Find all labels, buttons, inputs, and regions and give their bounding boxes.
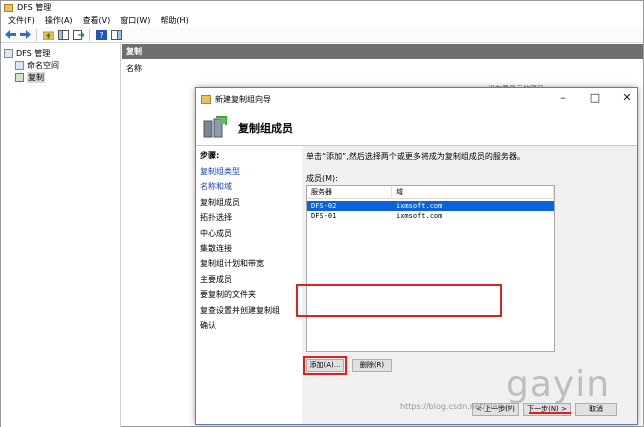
window-controls: – □ ✕ (557, 92, 633, 104)
maximize-icon[interactable]: □ (589, 92, 601, 104)
tree-item-label: 复制 (27, 71, 45, 83)
tree-item-label: 命名空间 (27, 60, 59, 70)
window-titlebar: DFS 管理 (1, 1, 643, 14)
menu-window[interactable]: 窗口(W) (115, 15, 155, 26)
members-listview[interactable]: 服务器 域 DFS-02 ixmsoft.com DFS-01 ixmsoft.… (306, 185, 555, 352)
toolbar: ? (1, 27, 643, 43)
column-header-name[interactable]: 名称 (122, 63, 602, 75)
column-header-server[interactable]: 服务器 (307, 186, 392, 198)
menu-help[interactable]: 帮助(H) (155, 15, 193, 26)
wizard-icon (201, 95, 211, 104)
step-folders-to-replicate: 要复制的文件夹 (200, 290, 256, 300)
wizard-steps: 步骤: 复制组类型 名称和域 复制组成员 拓扑选择 中心成员 集散连接 复制组计… (196, 146, 302, 424)
wizard-banner: 复制组成员 (196, 111, 637, 146)
menu-view[interactable]: 查看(V) (78, 15, 116, 26)
tree-item-dfs-management[interactable]: DFS 管理 (1, 47, 120, 59)
tree-item-replication[interactable]: 复制 (1, 71, 120, 83)
step-topology-selection: 拓扑选择 (200, 213, 232, 223)
console-tree: DFS 管理 命名空间 复制 (1, 44, 121, 427)
listview-header: 服务器 域 (307, 186, 554, 199)
pane-header: 复制 (122, 44, 643, 59)
steps-label: 步骤: (200, 151, 220, 160)
members-label: 成员(M): (306, 174, 338, 183)
member-domain: ixmsoft.com (396, 202, 443, 210)
step-primary-member: 主要成员 (200, 274, 232, 284)
add-button[interactable]: 添加(A)... (306, 359, 344, 372)
menu-file[interactable]: 文件(F) (3, 15, 40, 26)
back-arrow-icon[interactable] (4, 29, 16, 41)
banner-title: 复制组成员 (238, 122, 293, 135)
delete-button[interactable]: 删除(R) (352, 359, 392, 372)
forward-arrow-icon[interactable] (19, 29, 31, 41)
watermark-url: https://blog.csdn.net/xianyu (400, 402, 513, 411)
dfs-folder-icon (4, 48, 13, 58)
minimize-icon[interactable]: – (557, 92, 569, 104)
step-confirmation: 确认 (200, 320, 216, 330)
window-title: DFS 管理 (17, 3, 52, 12)
dialog-title: 新建复制组向导 (215, 95, 271, 104)
export-icon[interactable] (72, 29, 84, 41)
toolbar-separator (36, 28, 37, 41)
toolbar-separator (89, 28, 90, 41)
step-hub-members: 中心成员 (200, 228, 232, 238)
step-name-and-domain[interactable]: 名称和域 (200, 179, 302, 194)
member-server: DFS-01 (311, 212, 337, 220)
step-hub-spoke-connections: 集散连接 (200, 243, 232, 253)
step-replication-group-members: 复制组成员 (200, 197, 240, 207)
tree-root-label: DFS 管理 (16, 48, 51, 58)
column-header-domain[interactable]: 域 (392, 186, 554, 198)
member-domain: ixmsoft.com (396, 212, 443, 220)
instruction-text: 单击“添加”,然后选择两个或更多将成为复制组成员的服务器。 (306, 152, 525, 161)
menu-action[interactable]: 操作(A) (40, 15, 78, 26)
member-server: DFS-02 (311, 202, 337, 210)
step-replication-group-type[interactable]: 复制组类型 (200, 164, 302, 179)
dfs-app-icon (4, 3, 13, 12)
help-icon[interactable]: ? (95, 29, 107, 41)
namespace-icon (15, 60, 24, 70)
svg-text:?: ? (99, 31, 103, 40)
show-tree-icon[interactable] (57, 29, 69, 41)
menubar: 文件(F) 操作(A) 查看(V) 窗口(W) 帮助(H) (1, 14, 643, 27)
member-row[interactable]: DFS-01 ixmsoft.com (307, 211, 554, 221)
replication-icon (15, 72, 24, 82)
panel-icon[interactable] (110, 29, 122, 41)
member-row[interactable]: DFS-02 ixmsoft.com (307, 201, 554, 211)
tree-item-namespaces[interactable]: 命名空间 (1, 59, 120, 71)
step-schedule-and-bandwidth: 复制组计划和带宽 (200, 259, 264, 269)
close-icon[interactable]: ✕ (621, 92, 633, 104)
replication-members-icon (203, 116, 227, 138)
up-folder-icon[interactable] (42, 29, 54, 41)
watermark-logo: gayin (506, 364, 611, 405)
step-review-settings: 复查设置并创建复制组 (200, 305, 280, 315)
